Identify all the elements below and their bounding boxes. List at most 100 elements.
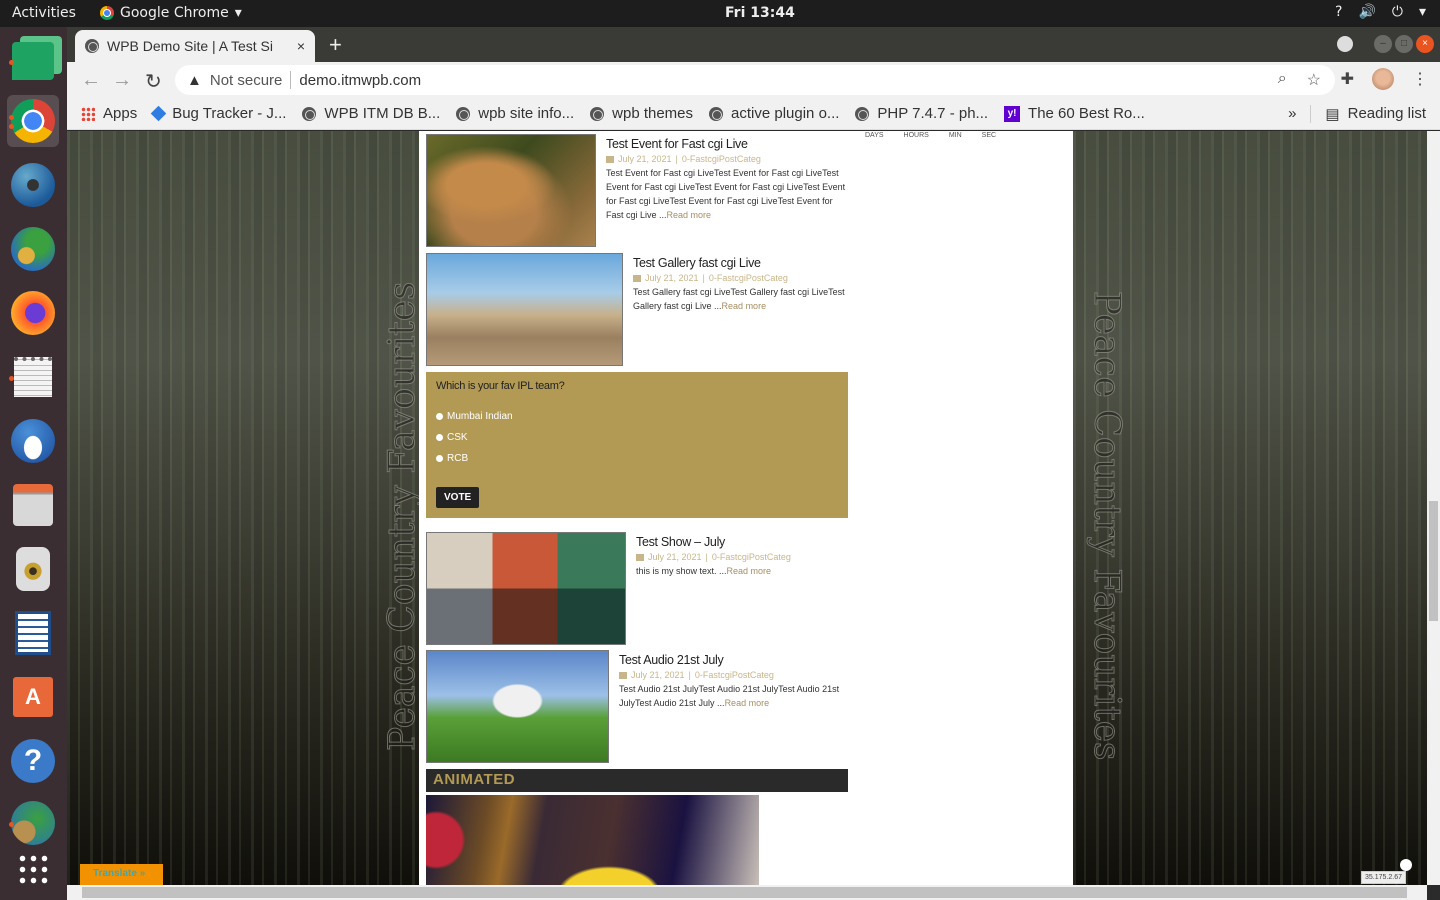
post-title[interactable]: Test Gallery fast cgi Live [633, 256, 848, 270]
dock-libreoffice-writer[interactable] [7, 607, 59, 659]
vertical-scrollbar[interactable] [1427, 131, 1440, 885]
not-secure-label[interactable]: Not secure [210, 72, 283, 89]
read-more-link[interactable]: Read more [667, 210, 712, 220]
more-bookmarks-button[interactable]: » [1288, 105, 1296, 122]
bookmark-wpb-site-info[interactable]: wpb site info... [456, 105, 574, 122]
bookmark-bug-tracker[interactable]: Bug Tracker - J... [150, 105, 287, 122]
kebab-menu-icon[interactable]: ⋮ [1412, 69, 1428, 89]
yahoo-icon: y! [1004, 105, 1021, 122]
poll-option-label: CSK [447, 432, 468, 443]
poll-question: Which is your fav IPL team? [436, 380, 565, 392]
dock-firefox[interactable] [7, 287, 59, 339]
post-title[interactable]: Test Event for Fast cgi Live [606, 137, 846, 151]
bookmark-label: Bug Tracker - J... [172, 105, 287, 122]
ip-address-badge: 35.175.2.67 [1361, 871, 1406, 884]
bookmark-apps[interactable]: Apps [81, 105, 137, 122]
bookmark-60-best[interactable]: y! The 60 Best Ro... [1004, 105, 1145, 122]
tab-search-icon[interactable] [1337, 36, 1353, 52]
bookmark-php[interactable]: PHP 7.4.7 - ph... [855, 105, 988, 122]
dock-files[interactable] [7, 479, 59, 531]
activities-button[interactable]: Activities [12, 5, 76, 21]
running-indicator [9, 822, 14, 827]
dock-thunderbird[interactable] [7, 415, 59, 467]
running-indicator [9, 376, 14, 381]
post-thumbnail-lion[interactable] [426, 134, 596, 247]
window-controls: – □ × [1337, 35, 1434, 53]
forest-background-left [67, 131, 419, 885]
file-cabinet-icon [13, 484, 53, 526]
post-thumbnail-city[interactable] [426, 253, 623, 366]
zoom-icon[interactable]: ⌕ [1278, 70, 1287, 90]
close-icon[interactable]: × [297, 38, 305, 54]
poll-option-rcb[interactable]: RCB [436, 448, 838, 469]
scrollbar-thumb[interactable] [1429, 501, 1438, 621]
dock-network-manager[interactable] [7, 159, 59, 211]
poll-option-mumbai-indian[interactable]: Mumbai Indian [436, 406, 838, 427]
bookmark-active-plugin[interactable]: active plugin o... [709, 105, 839, 122]
read-more-link[interactable]: Read more [727, 566, 772, 576]
reload-button[interactable]: ↻ [145, 69, 162, 94]
read-more-link[interactable]: Read more [722, 301, 767, 311]
bookmark-star-icon[interactable]: ☆ [1307, 70, 1321, 90]
radio-button[interactable] [436, 455, 443, 462]
forward-button[interactable]: → [112, 69, 132, 92]
minimize-button[interactable]: – [1374, 35, 1392, 53]
address-bar[interactable]: ▲ Not secure demo.itmwpb.com ⌕ ☆ [175, 65, 1335, 95]
show-applications-button[interactable] [7, 843, 59, 895]
reading-list-button[interactable]: ▤ Reading list [1325, 105, 1426, 123]
tab-wpb-demo-site[interactable]: WPB Demo Site | A Test Si × [75, 30, 315, 62]
countdown-sec-label: SEC [981, 132, 997, 139]
help-icon[interactable]: ? [1335, 4, 1342, 20]
horizontal-scrollbar[interactable] [67, 885, 1427, 900]
libreoffice-writer-icon [15, 611, 51, 655]
chrome-icon [11, 99, 55, 143]
main-content: Test Event for Fast cgi Live July 21, 20… [419, 131, 1073, 885]
power-icon[interactable]: ⏻ [1392, 4, 1403, 20]
scrollbar-thumb[interactable] [82, 887, 1407, 898]
post-thumbnail-show[interactable] [426, 532, 626, 645]
dock-software-store[interactable]: A [7, 671, 59, 723]
system-tray[interactable]: ? 🔊 ⏻ ▾ [1335, 4, 1426, 20]
post-category[interactable]: 0-FastcgiPostCateg [695, 670, 774, 680]
maximize-button[interactable]: □ [1395, 35, 1413, 53]
dock-google-chat[interactable] [7, 35, 59, 87]
clock[interactable]: Fri 13:44 [725, 5, 795, 21]
post-category[interactable]: 0-FastcgiPostCateg [709, 273, 788, 283]
world-map-icon [11, 801, 55, 845]
read-more-link[interactable]: Read more [725, 698, 770, 708]
browser-toolbar: ← → ↻ ▲ Not secure demo.itmwpb.com ⌕ ☆ ✚… [67, 62, 1440, 98]
dock-help[interactable]: ? [7, 735, 59, 787]
vote-button[interactable]: VOTE [436, 487, 480, 508]
post-category[interactable]: 0-FastcgiPostCateg [682, 154, 761, 164]
dock-chrome[interactable] [7, 95, 59, 147]
post-title[interactable]: Test Show – July [636, 535, 851, 549]
software-store-icon: A [13, 677, 53, 717]
animated-image[interactable] [426, 795, 759, 885]
profile-avatar[interactable] [1372, 68, 1394, 90]
new-tab-button[interactable]: + [329, 32, 342, 58]
post-title[interactable]: Test Audio 21st July [619, 653, 849, 667]
chevron-down-icon[interactable]: ▾ [1419, 4, 1426, 20]
radio-button[interactable] [436, 413, 443, 420]
app-menu[interactable]: Google Chrome ▾ [100, 5, 242, 21]
close-window-button[interactable]: × [1416, 35, 1434, 53]
section-heading-animated: ANIMATED [426, 769, 848, 792]
bookmark-wpb-themes[interactable]: wpb themes [590, 105, 693, 122]
poll-option-label: RCB [447, 453, 469, 464]
extensions-icon[interactable]: ✚ [1341, 69, 1354, 89]
dock-world-map[interactable] [7, 797, 59, 849]
post-thumbnail-cow[interactable] [426, 650, 609, 763]
post-item: Test Gallery fast cgi Live July 21, 2021… [426, 253, 848, 366]
radio-button[interactable] [436, 434, 443, 441]
dock-network-plug[interactable] [7, 223, 59, 275]
bookmark-label: wpb site info... [478, 105, 575, 122]
url-text[interactable]: demo.itmwpb.com [299, 72, 421, 89]
bookmark-wpb-itm-db[interactable]: WPB ITM DB B... [302, 105, 440, 122]
back-button[interactable]: ← [81, 69, 101, 92]
dock-text-editor[interactable] [7, 351, 59, 403]
post-category[interactable]: 0-FastcgiPostCateg [712, 552, 791, 562]
translate-button[interactable]: Translate » [80, 864, 163, 885]
volume-icon[interactable]: 🔊 [1358, 4, 1375, 20]
dock-rhythmbox[interactable] [7, 543, 59, 595]
poll-option-csk[interactable]: CSK [436, 427, 838, 448]
